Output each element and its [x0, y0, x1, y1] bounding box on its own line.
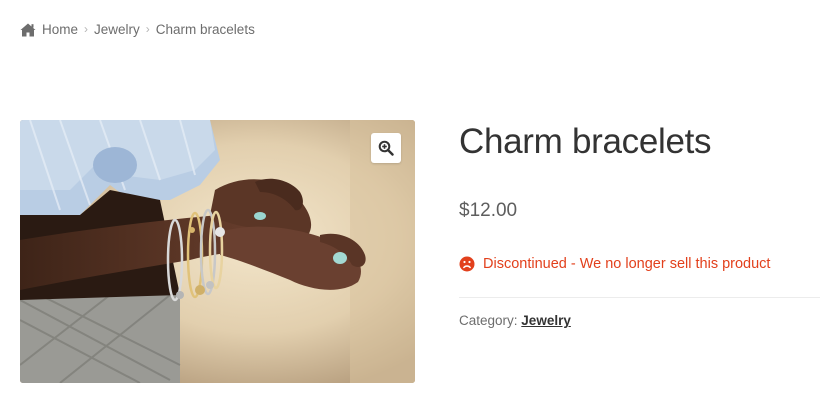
stock-status-text: Discontinued - We no longer sell this pr… — [483, 256, 771, 272]
product-meta: Category: Jewelry — [459, 313, 820, 328]
product-photo — [20, 120, 415, 383]
category-label: Category: — [459, 313, 518, 328]
product-summary: Charm bracelets $12.00 Discontinued - We… — [459, 120, 820, 328]
stock-status: Discontinued - We no longer sell this pr… — [459, 256, 820, 272]
magnifier-plus-icon — [378, 140, 394, 156]
breadcrumb-separator: › — [84, 21, 89, 36]
breadcrumb-separator: › — [145, 21, 150, 36]
divider — [459, 297, 820, 298]
product-image[interactable] — [20, 120, 415, 383]
breadcrumb-category-link[interactable]: Jewelry — [94, 22, 140, 37]
breadcrumb-current: Charm bracelets — [155, 22, 255, 37]
product-title: Charm bracelets — [459, 122, 712, 161]
sad-face-icon — [459, 256, 475, 272]
breadcrumb: Home › Jewelry › Charm bracelets — [20, 22, 255, 37]
product-price: $12.00 — [459, 200, 518, 221]
home-icon[interactable] — [20, 23, 36, 37]
breadcrumb-home-link[interactable]: Home — [42, 22, 78, 37]
zoom-button[interactable] — [371, 133, 401, 163]
category-link[interactable]: Jewelry — [521, 313, 571, 328]
